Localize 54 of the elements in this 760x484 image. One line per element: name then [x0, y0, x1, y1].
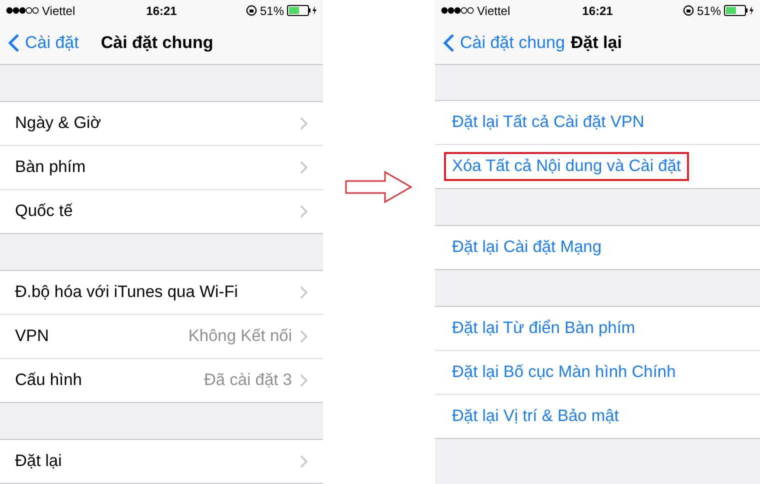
row-label: Ngày & Giờ: [15, 114, 102, 133]
row-value: Đã cài đặt 3: [204, 371, 292, 390]
chevron-icon: [300, 455, 308, 468]
arrow-icon: [345, 170, 413, 204]
reset-option-row[interactable]: Xóa Tất cả Nội dung và Cài đặt: [435, 144, 760, 188]
settings-row[interactable]: Đặt lại: [0, 440, 323, 483]
status-time: 16:21: [582, 4, 613, 18]
back-button[interactable]: Cài đặt chung: [443, 32, 565, 52]
rotation-lock-icon: [682, 5, 694, 16]
row-label: Quốc tế: [15, 202, 74, 221]
status-time: 16:21: [146, 4, 177, 18]
settings-row[interactable]: Quốc tế: [0, 189, 323, 233]
row-label: Cấu hình: [15, 371, 83, 390]
settings-row[interactable]: Cấu hình Đã cài đặt 3: [0, 358, 323, 402]
reset-option-label: Đặt lại Từ điển Bàn phím: [451, 318, 636, 339]
battery-charging-icon: [724, 5, 754, 16]
chevron-icon: [300, 117, 308, 130]
settings-row[interactable]: Bàn phím: [0, 145, 323, 189]
rotation-lock-icon: [246, 5, 257, 16]
settings-row[interactable]: Ngày & Giờ: [0, 102, 323, 145]
reset-option-row[interactable]: Đặt lại Từ điển Bàn phím: [435, 307, 760, 350]
nav-title: Cài đặt chung: [100, 32, 214, 52]
row-value: Không Kết nối: [188, 327, 292, 346]
chevron-icon: [300, 286, 308, 299]
back-chevron-icon: [443, 32, 455, 52]
back-button[interactable]: Cài đặt: [8, 32, 79, 52]
battery-percent: 51%: [696, 4, 721, 18]
chevron-icon: [300, 205, 308, 218]
signal-icon: [441, 7, 474, 14]
carrier-name: Viettel: [42, 4, 76, 18]
reset-option-label: Đặt lại Bố cục Màn hình Chính: [451, 362, 677, 383]
reset-option-label: Đặt lại Vị trí & Bảo mật: [451, 406, 620, 427]
row-label: Bàn phím: [15, 158, 87, 177]
reset-option-row[interactable]: Đặt lại Tất cả Cài đặt VPN: [435, 101, 760, 144]
reset-option-row[interactable]: Đặt lại Vị trí & Bảo mật: [435, 394, 760, 438]
row-label: Đặt lại: [15, 452, 63, 471]
carrier-name: Viettel: [477, 4, 510, 18]
chevron-icon: [300, 161, 308, 174]
row-label: Đ.bộ hóa với iTunes qua Wi-Fi: [15, 283, 239, 302]
row-label: VPN: [15, 327, 50, 346]
settings-row[interactable]: Đ.bộ hóa với iTunes qua Wi-Fi: [0, 271, 323, 314]
reset-option-row[interactable]: Đặt lại Bố cục Màn hình Chính: [435, 350, 760, 394]
battery-charging-icon: [287, 5, 317, 16]
nav-title: Đặt lại: [570, 32, 622, 52]
chevron-icon: [300, 374, 308, 387]
signal-icon: [6, 7, 39, 14]
chevron-icon: [300, 330, 308, 343]
reset-option-label: Xóa Tất cả Nội dung và Cài đặt: [444, 152, 690, 181]
reset-option-row[interactable]: Đặt lại Cài đặt Mạng: [435, 226, 760, 269]
reset-option-label: Đặt lại Tất cả Cài đặt VPN: [451, 112, 646, 133]
reset-option-label: Đặt lại Cài đặt Mạng: [451, 237, 602, 258]
back-chevron-icon: [8, 32, 20, 52]
battery-percent: 51%: [260, 4, 284, 18]
settings-row[interactable]: VPN Không Kết nối: [0, 314, 323, 358]
